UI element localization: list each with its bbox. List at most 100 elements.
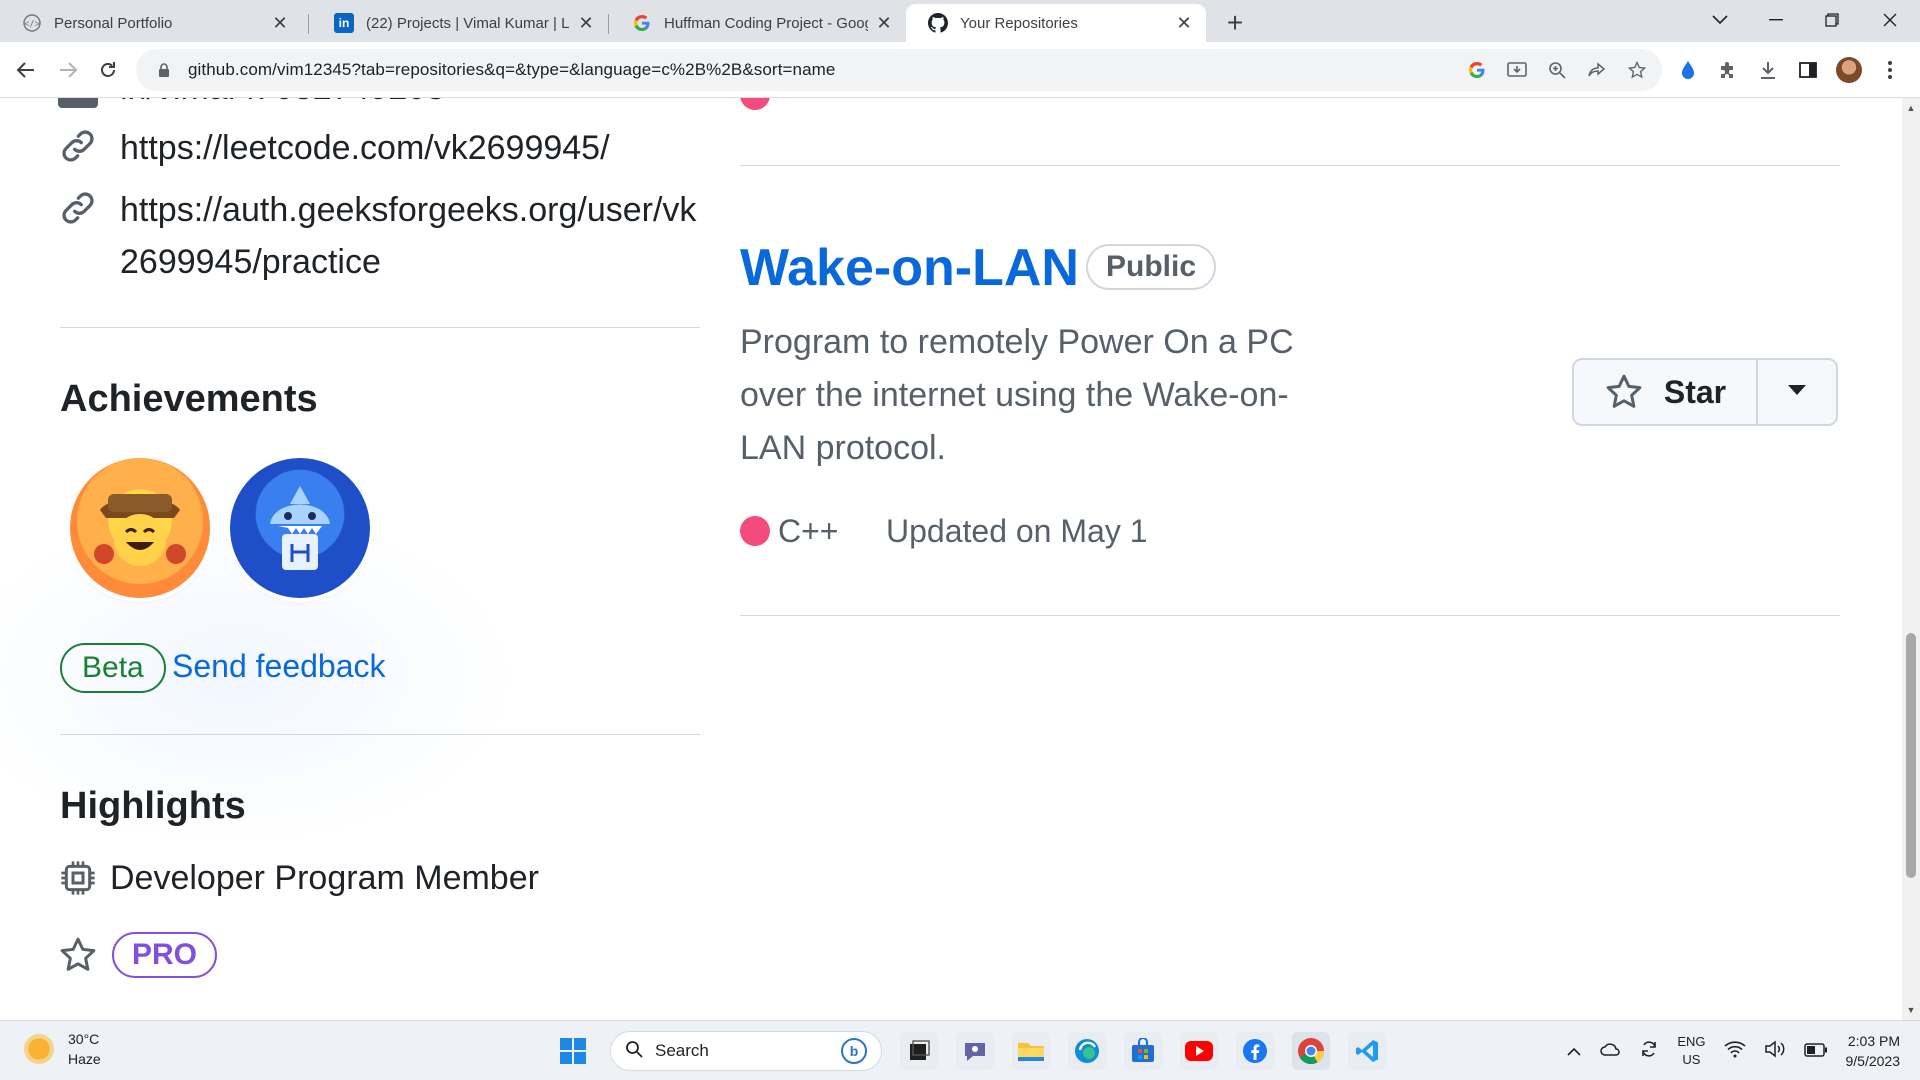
tab-divider	[608, 14, 609, 34]
chrome-icon[interactable]	[1292, 1032, 1330, 1070]
highlight-pro[interactable]: PRO	[58, 932, 218, 978]
achievement-badge-pull-shark[interactable]	[230, 458, 370, 598]
extension-drop-icon[interactable]	[1676, 58, 1700, 82]
microsoft-store-icon[interactable]	[1124, 1032, 1162, 1070]
tab-strip: </> Personal Portfolio ✕ in (22) Project…	[0, 0, 1920, 42]
share-icon[interactable]	[1586, 59, 1608, 81]
zoom-icon[interactable]	[1546, 59, 1568, 81]
google-translate-icon[interactable]	[1466, 59, 1488, 81]
forward-button[interactable]	[52, 54, 84, 86]
puzzle-extensions-icon[interactable]	[1716, 58, 1740, 82]
omnibox-actions	[1466, 49, 1648, 91]
cpu-chip-icon	[58, 858, 98, 898]
linkedin-icon	[58, 98, 98, 108]
achievement-badge-yolo[interactable]	[70, 458, 210, 598]
input-language-indicator[interactable]: ENG US	[1677, 1033, 1705, 1069]
restore-button[interactable]	[1804, 0, 1860, 40]
reload-button[interactable]	[92, 54, 124, 86]
highlight-developer-program[interactable]: Developer Program Member	[58, 858, 539, 898]
menu-kebab-icon[interactable]	[1878, 58, 1902, 82]
linkedin-text[interactable]: in/vimal-k-032749203	[120, 98, 445, 108]
send-feedback-link[interactable]: Send feedback	[172, 648, 386, 685]
tab-title: Personal Portfolio	[54, 14, 173, 32]
file-explorer-icon[interactable]	[1012, 1032, 1050, 1070]
browser-toolbar: github.com/vim12345?tab=repositories&q=&…	[0, 42, 1920, 98]
vscode-icon[interactable]	[1348, 1032, 1386, 1070]
scroll-down-arrow-icon[interactable]: ▼	[1902, 1002, 1920, 1018]
sidebar-link-leetcode[interactable]: https://leetcode.com/vk2699945/	[58, 122, 700, 174]
page-viewport: in/vimal-k-032749203 https://leetcode.co…	[0, 98, 1902, 1020]
tab-huffman[interactable]: Huffman Coding Project - Google ✕	[610, 4, 906, 42]
task-view-icon[interactable]	[900, 1032, 938, 1070]
star-list-dropdown[interactable]	[1758, 360, 1836, 424]
highlight-text[interactable]: Developer Program Member	[110, 859, 539, 898]
svg-text:</>: </>	[24, 20, 41, 30]
sidebar-link-geeksforgeeks[interactable]: https://auth.geeksforgeeks.org/user/vk26…	[58, 184, 700, 288]
taskbar-search-box[interactable]: Search b	[610, 1031, 882, 1071]
sync-icon[interactable]	[1639, 1039, 1659, 1064]
bookmark-star-icon[interactable]	[1626, 59, 1648, 81]
new-tab-button[interactable]: +	[1218, 6, 1252, 40]
windows-start-icon[interactable]	[554, 1032, 592, 1070]
edge-browser-icon[interactable]	[1068, 1032, 1106, 1070]
repo-divider	[740, 165, 1840, 166]
close-icon[interactable]: ✕	[874, 13, 894, 33]
achievements-title[interactable]: Achievements	[60, 378, 318, 421]
install-app-icon[interactable]	[1506, 59, 1528, 81]
close-icon[interactable]: ✕	[576, 13, 596, 33]
tab-linkedin[interactable]: in (22) Projects | Vimal Kumar | LinkedI…	[312, 4, 608, 42]
star-button[interactable]: Star	[1574, 360, 1758, 424]
search-icon	[625, 1040, 643, 1063]
language-color-dot	[740, 516, 770, 546]
tab-personal-portfolio[interactable]: </> Personal Portfolio ✕	[0, 4, 302, 42]
weather-widget[interactable]: 30°C Haze	[24, 1029, 101, 1069]
search-placeholder: Search	[655, 1041, 709, 1060]
tab-search-chevron-icon[interactable]	[1692, 0, 1748, 40]
page-scrollbar[interactable]: ▲ ▼	[1902, 98, 1920, 1020]
teams-chat-icon[interactable]	[956, 1032, 994, 1070]
close-icon[interactable]: ✕	[270, 13, 290, 33]
system-tray: ENG US 2:03 PM 9/5/2023	[1567, 1029, 1900, 1073]
url-text[interactable]: github.com/vim12345?tab=repositories&q=&…	[188, 60, 835, 80]
downloads-icon[interactable]	[1756, 58, 1780, 82]
link-icon	[58, 126, 98, 166]
link-text[interactable]: https://leetcode.com/vk2699945/	[120, 122, 700, 174]
lock-icon[interactable]	[154, 62, 174, 78]
clock-time: 2:03 PM	[1847, 1033, 1900, 1049]
side-panel-icon[interactable]	[1796, 58, 1820, 82]
star-label: Star	[1663, 373, 1727, 410]
repo-name-link[interactable]: Wake-on-LAN	[740, 238, 1079, 298]
volume-icon[interactable]	[1764, 1039, 1786, 1063]
repo-description: Program to remotely Power On a PC over t…	[740, 323, 1294, 467]
wifi-icon[interactable]	[1723, 1040, 1746, 1063]
back-button[interactable]	[10, 54, 42, 86]
tab-title: Huffman Coding Project - Google	[664, 14, 868, 32]
chevron-up-icon[interactable]	[1567, 1041, 1581, 1062]
minimize-button[interactable]	[1748, 0, 1804, 40]
language-code: ENG	[1677, 1034, 1706, 1049]
star-button-group: Star	[1572, 358, 1838, 426]
sidebar-divider	[60, 734, 700, 735]
sun-haze-icon	[24, 1034, 54, 1064]
caret-down-icon	[1787, 383, 1807, 401]
close-icon[interactable]: ✕	[1174, 13, 1194, 33]
bing-icon[interactable]: b	[841, 1038, 867, 1064]
tab-title: (22) Projects | Vimal Kumar | LinkedIn	[366, 14, 570, 32]
profile-avatar[interactable]	[1836, 57, 1862, 83]
sidebar-linkedin-row[interactable]: in/vimal-k-032749203	[58, 98, 445, 108]
youtube-icon[interactable]	[1180, 1032, 1218, 1070]
language-region: US	[1682, 1052, 1701, 1067]
scroll-up-arrow-icon[interactable]: ▲	[1902, 100, 1920, 116]
tab-your-repositories[interactable]: Your Repositories ✕	[906, 4, 1206, 42]
visibility-badge: Public	[1086, 244, 1217, 290]
address-bar[interactable]: github.com/vim12345?tab=repositories&q=&…	[136, 49, 1662, 91]
scroll-thumb[interactable]	[1906, 633, 1916, 878]
system-clock[interactable]: 2:03 PM 9/5/2023	[1846, 1031, 1901, 1071]
pro-badge: PRO	[112, 932, 218, 978]
onedrive-cloud-icon[interactable]	[1599, 1041, 1621, 1062]
link-text[interactable]: https://auth.geeksforgeeks.org/user/vk26…	[120, 184, 700, 288]
taskbar: 30°C Haze Search b ENG US 2:03 PM 9/5/20…	[0, 1020, 1920, 1080]
close-window-button[interactable]	[1862, 0, 1918, 40]
battery-icon[interactable]	[1803, 1041, 1828, 1062]
facebook-icon[interactable]	[1236, 1032, 1274, 1070]
